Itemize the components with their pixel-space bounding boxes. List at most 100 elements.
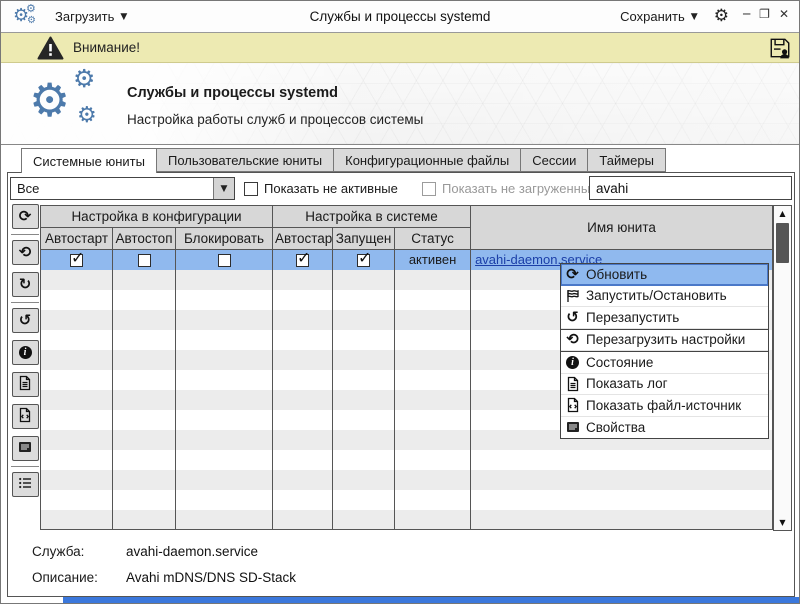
description-label: Описание: [32, 570, 126, 585]
unit-details: Служба: avahi-daemon.service Описание: A… [32, 544, 296, 596]
properties-icon [17, 439, 33, 458]
group-header-config: Настройка в конфигурации [41, 206, 273, 228]
log-icon [564, 376, 581, 392]
load-menu-button[interactable]: Загрузить ▼ [49, 6, 133, 27]
background-window-edge [63, 597, 799, 604]
info-icon: i [564, 356, 581, 369]
log-icon [17, 375, 33, 394]
running-checkbox[interactable] [357, 254, 370, 267]
unit-type-dropdown[interactable]: Все ▼ [10, 177, 235, 200]
empty-table-row [41, 510, 773, 530]
description-value: Avahi mDNS/DNS SD-Stack [126, 570, 296, 585]
vertical-scrollbar[interactable]: ▲ ▼ [773, 205, 792, 531]
list-icon [17, 475, 33, 494]
tab-config-files[interactable]: Конфигурационные файлы [334, 148, 521, 172]
search-input[interactable] [589, 176, 792, 200]
tab-bar: Системные юнитыПользовательские юнитыКон… [21, 148, 666, 173]
app-gears-icon: ⚙ ⚙ ⚙ [13, 5, 43, 29]
reload-settings-icon: ⟲ [564, 332, 581, 347]
column-header-autostart-system[interactable]: Автостарт [273, 228, 333, 250]
menu-item-restart[interactable]: ↺ Перезапустить [561, 307, 768, 329]
toolbar-undo-button[interactable]: ↺ [12, 308, 39, 333]
show-unloaded-label: Показать не загруженные [442, 181, 597, 196]
menu-item-refresh[interactable]: ⟳Обновить [561, 264, 768, 286]
column-header-running[interactable]: Запущен [333, 228, 395, 250]
menu-item-reload-settings[interactable]: ⟲ Перезагрузить настройки [561, 330, 768, 352]
toolbar-list-button[interactable] [12, 472, 39, 497]
menu-item-start-stop[interactable]: Запустить/Остановить [561, 286, 768, 308]
scrollbar-thumb[interactable] [776, 223, 789, 263]
menu-item-label: Показать лог [586, 376, 668, 391]
toolbar-properties-button[interactable] [12, 436, 39, 461]
page-title: Службы и процессы systemd [127, 85, 338, 101]
toolbar-info-button[interactable]: i [12, 340, 39, 365]
load-menu-label: Загрузить [55, 9, 114, 24]
toolbar-reload-settings-button[interactable]: ⟲ [12, 240, 39, 265]
autostart-system-checkbox[interactable] [296, 254, 309, 267]
page-subtitle: Настройка работы служб и процессов систе… [127, 112, 423, 127]
menu-item-label: Свойства [586, 420, 645, 435]
save-menu-button[interactable]: Сохранить ▼ [614, 6, 704, 27]
column-header-autostop[interactable]: Автостоп [113, 228, 176, 250]
warning-bar: Внимание! [1, 33, 799, 63]
empty-table-row [41, 470, 773, 490]
group-header-system: Настройка в системе [273, 206, 471, 228]
minimize-button[interactable]: ─ [743, 8, 750, 20]
show-inactive-label: Показать не активные [264, 181, 398, 196]
gears-logo-icon: ⚙ ⚙ ⚙ [29, 69, 121, 139]
show-inactive-checkbox[interactable]: Показать не активные [244, 177, 398, 200]
properties-icon [564, 419, 581, 435]
tab-timers[interactable]: Таймеры [588, 148, 666, 172]
close-button[interactable]: ✕ [779, 8, 789, 20]
status-cell: активен [395, 250, 471, 270]
autostop-checkbox[interactable] [138, 254, 151, 267]
scroll-up-icon[interactable]: ▲ [774, 209, 791, 218]
menu-item-status[interactable]: i Состояние [561, 352, 768, 374]
column-header-block[interactable]: Блокировать [176, 228, 273, 250]
settings-gear-icon[interactable]: ⚙ [714, 8, 729, 25]
info-icon: i [19, 346, 32, 359]
block-checkbox[interactable] [218, 254, 231, 267]
tab-user-units[interactable]: Пользовательские юниты [157, 148, 334, 172]
warning-triangle-icon [37, 36, 64, 60]
tab-system-units[interactable]: Системные юниты [21, 148, 157, 173]
scroll-down-icon[interactable]: ▼ [774, 518, 791, 527]
column-header-autostart-config[interactable]: Автостарт [41, 228, 113, 250]
toolbar-separator [11, 466, 39, 467]
toolbar-log-button[interactable] [12, 372, 39, 397]
column-header-unit-name[interactable]: Имя юнита [471, 206, 773, 250]
save-menu-label: Сохранить [620, 9, 685, 24]
empty-table-row [41, 490, 773, 510]
autostart-config-checkbox[interactable] [70, 254, 83, 267]
app-window: ⚙ ⚙ ⚙ Загрузить ▼ Службы и процессы syst… [0, 0, 800, 604]
title-bar: ⚙ ⚙ ⚙ Загрузить ▼ Службы и процессы syst… [1, 1, 799, 33]
undo-icon: ↺ [19, 313, 32, 328]
chevron-down-icon[interactable]: ▼ [213, 178, 234, 199]
checkbox-icon[interactable] [244, 182, 258, 196]
save-changes-icon[interactable] [768, 36, 792, 60]
menu-item-properties[interactable]: Свойства [561, 417, 768, 439]
source-icon [564, 397, 581, 413]
menu-item-show-source[interactable]: Показать файл-источник [561, 395, 768, 417]
menu-item-label: Состояние [586, 355, 653, 370]
toolbar-restart-button[interactable]: ↻ [12, 272, 39, 297]
menu-item-label: Запустить/Остановить [586, 288, 727, 303]
undo-icon: ↺ [564, 310, 581, 325]
menu-item-show-log[interactable]: Показать лог [561, 374, 768, 396]
warning-label: Внимание! [73, 40, 140, 55]
menu-item-label: Перезапустить [586, 310, 679, 325]
maximize-button[interactable]: ❐ [759, 8, 770, 20]
service-label: Служба: [32, 544, 126, 559]
toolbar-refresh-button[interactable]: ⟳ [12, 204, 39, 229]
restart-icon: ↻ [19, 277, 32, 292]
chevron-down-icon: ▼ [691, 12, 698, 22]
menu-item-label: Показать файл-источник [586, 398, 741, 413]
left-toolbar: ⟳ ⟲ ↻ ↺ i [10, 204, 40, 497]
menu-item-label: Перезагрузить настройки [586, 332, 745, 347]
reload-settings-icon: ⟲ [19, 245, 32, 260]
tab-sessions[interactable]: Сессии [521, 148, 588, 172]
unit-type-value: Все [11, 181, 213, 196]
column-header-status[interactable]: Статус [395, 228, 471, 250]
toolbar-source-button[interactable] [12, 404, 39, 429]
checkbox-icon [422, 182, 436, 196]
